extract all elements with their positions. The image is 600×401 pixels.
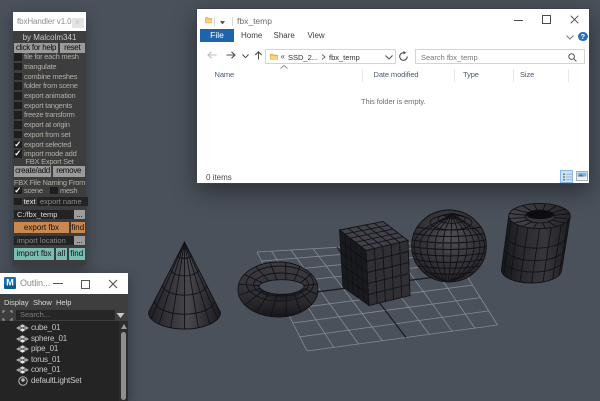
svg-text:M: M (6, 278, 14, 288)
